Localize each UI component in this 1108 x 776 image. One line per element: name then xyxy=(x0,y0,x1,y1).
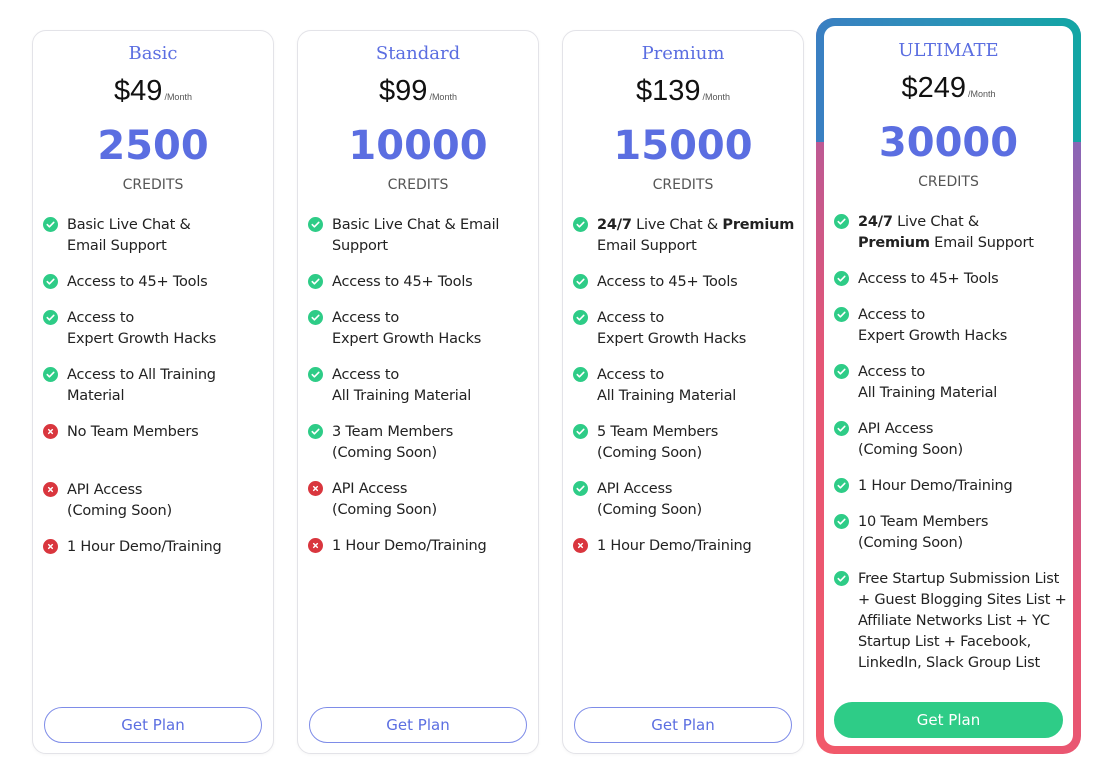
feature-item: Access to All Training Material xyxy=(308,365,532,407)
check-icon xyxy=(834,514,849,529)
credits-label: CREDITS xyxy=(918,174,979,190)
check-icon xyxy=(834,421,849,436)
plan-name: Premium xyxy=(641,43,725,64)
feature-item: 1 Hour Demo/Training xyxy=(834,476,1067,497)
plan-period: /Month xyxy=(702,92,731,102)
price-row: $99/Month xyxy=(298,75,538,108)
feature-item: API Access (Coming Soon) xyxy=(43,480,267,522)
check-icon xyxy=(308,367,323,382)
plan-period: /Month xyxy=(429,92,457,102)
check-icon xyxy=(834,271,849,286)
feature-item: 1 Hour Demo/Training xyxy=(43,537,267,558)
feature-item: Access to Expert Growth Hacks xyxy=(834,305,1067,347)
check-icon xyxy=(43,310,58,325)
feature-item: API Access (Coming Soon) xyxy=(834,419,1067,461)
plan-card-ultimate: ULTIMATE $249/Month 30000 CREDITS 24/7 L… xyxy=(816,18,1081,754)
check-icon xyxy=(834,307,849,322)
cross-icon xyxy=(573,538,588,553)
feature-item: API Access (Coming Soon) xyxy=(308,479,532,521)
check-icon xyxy=(43,367,58,382)
credits-amount: 10000 xyxy=(348,123,488,169)
check-icon xyxy=(834,364,849,379)
feature-item: 1 Hour Demo/Training xyxy=(573,536,797,557)
check-icon xyxy=(43,217,58,232)
plan-price: $49 xyxy=(114,75,163,107)
feature-item: Access to All Training Material xyxy=(834,362,1067,404)
plan-card-basic: Basic $49/Month 2500 CREDITS Basic Live … xyxy=(32,30,274,754)
check-icon xyxy=(308,424,323,439)
price-row: $49/Month xyxy=(33,75,273,108)
plan-price: $139 xyxy=(635,75,701,107)
feature-item: Free Startup Submission List + Guest Blo… xyxy=(834,569,1067,674)
feature-item: Access to Expert Growth Hacks xyxy=(573,308,797,350)
plan-period: /Month xyxy=(164,92,192,102)
credits-amount: 15000 xyxy=(613,123,753,169)
credits-label: CREDITS xyxy=(652,177,714,193)
cross-icon xyxy=(308,481,323,496)
get-plan-button[interactable]: Get Plan xyxy=(834,702,1063,738)
feature-list: 24/7 Live Chat & Premium Email Support A… xyxy=(834,212,1067,689)
feature-item: Basic Live Chat & Email Support xyxy=(43,215,267,257)
feature-list: Basic Live Chat & Email Support Access to… xyxy=(308,215,532,572)
check-icon xyxy=(834,478,849,493)
plan-name: Basic xyxy=(128,43,178,64)
check-icon xyxy=(308,217,323,232)
feature-item: Access to Expert Growth Hacks xyxy=(308,308,532,350)
price-row: $249/Month xyxy=(824,72,1073,105)
plan-card-standard: Standard $99/Month 10000 CREDITS Basic L… xyxy=(297,30,539,754)
plan-name: Standard xyxy=(375,43,461,64)
feature-item: Access to All Training Material xyxy=(573,365,797,407)
get-plan-button[interactable]: Get Plan xyxy=(574,707,792,743)
feature-item: 24/7 Live Chat & Premium Email Support xyxy=(573,215,797,257)
get-plan-button[interactable]: Get Plan xyxy=(44,707,262,743)
credits-amount: 30000 xyxy=(878,120,1019,166)
feature-item: API Access (Coming Soon) xyxy=(573,479,797,521)
cross-icon xyxy=(43,539,58,554)
feature-list: 24/7 Live Chat & Premium Email Support Ac… xyxy=(573,215,797,572)
credits-label: CREDITS xyxy=(387,177,449,193)
feature-item: Basic Live Chat & Email Support xyxy=(308,215,532,257)
check-icon xyxy=(573,217,588,232)
check-icon xyxy=(573,424,588,439)
plan-name: ULTIMATE xyxy=(898,40,999,61)
plan-price: $249 xyxy=(901,72,966,104)
check-icon xyxy=(834,214,849,229)
ultimate-card-body: ULTIMATE $249/Month 30000 CREDITS 24/7 L… xyxy=(824,26,1073,746)
cross-icon xyxy=(43,482,58,497)
feature-list: Basic Live Chat & Email Support Access to… xyxy=(43,215,267,573)
feature-item: No Team Members xyxy=(43,422,267,465)
check-icon xyxy=(573,481,588,496)
plan-period: /Month xyxy=(968,89,996,99)
credits-label: CREDITS xyxy=(122,177,184,193)
check-icon xyxy=(308,274,323,289)
plan-card-premium: Premium $139/Month 15000 CREDITS 24/7 Li… xyxy=(562,30,804,754)
feature-item: Access to 45+ Tools xyxy=(834,269,1067,290)
check-icon xyxy=(573,274,588,289)
check-icon xyxy=(573,367,588,382)
check-icon xyxy=(43,274,58,289)
check-icon xyxy=(308,310,323,325)
get-plan-button[interactable]: Get Plan xyxy=(309,707,527,743)
credits-amount: 2500 xyxy=(97,123,209,169)
feature-item: Access to Expert Growth Hacks xyxy=(43,308,267,350)
check-icon xyxy=(573,310,588,325)
feature-item: Access to 45+ Tools xyxy=(308,272,532,293)
feature-item: 24/7 Live Chat & Premium Email Support xyxy=(834,212,1067,254)
price-row: $139/Month xyxy=(563,75,803,108)
check-icon xyxy=(834,571,849,586)
feature-item: Access to All Training Material xyxy=(43,365,267,407)
plan-price: $99 xyxy=(379,75,428,107)
feature-item: 5 Team Members (Coming Soon) xyxy=(573,422,797,464)
feature-item: 3 Team Members (Coming Soon) xyxy=(308,422,532,464)
feature-item: 1 Hour Demo/Training xyxy=(308,536,532,557)
feature-item: Access to 45+ Tools xyxy=(43,272,267,293)
cross-icon xyxy=(43,424,58,439)
feature-item: 10 Team Members (Coming Soon) xyxy=(834,512,1067,554)
cross-icon xyxy=(308,538,323,553)
feature-item: Access to 45+ Tools xyxy=(573,272,797,293)
